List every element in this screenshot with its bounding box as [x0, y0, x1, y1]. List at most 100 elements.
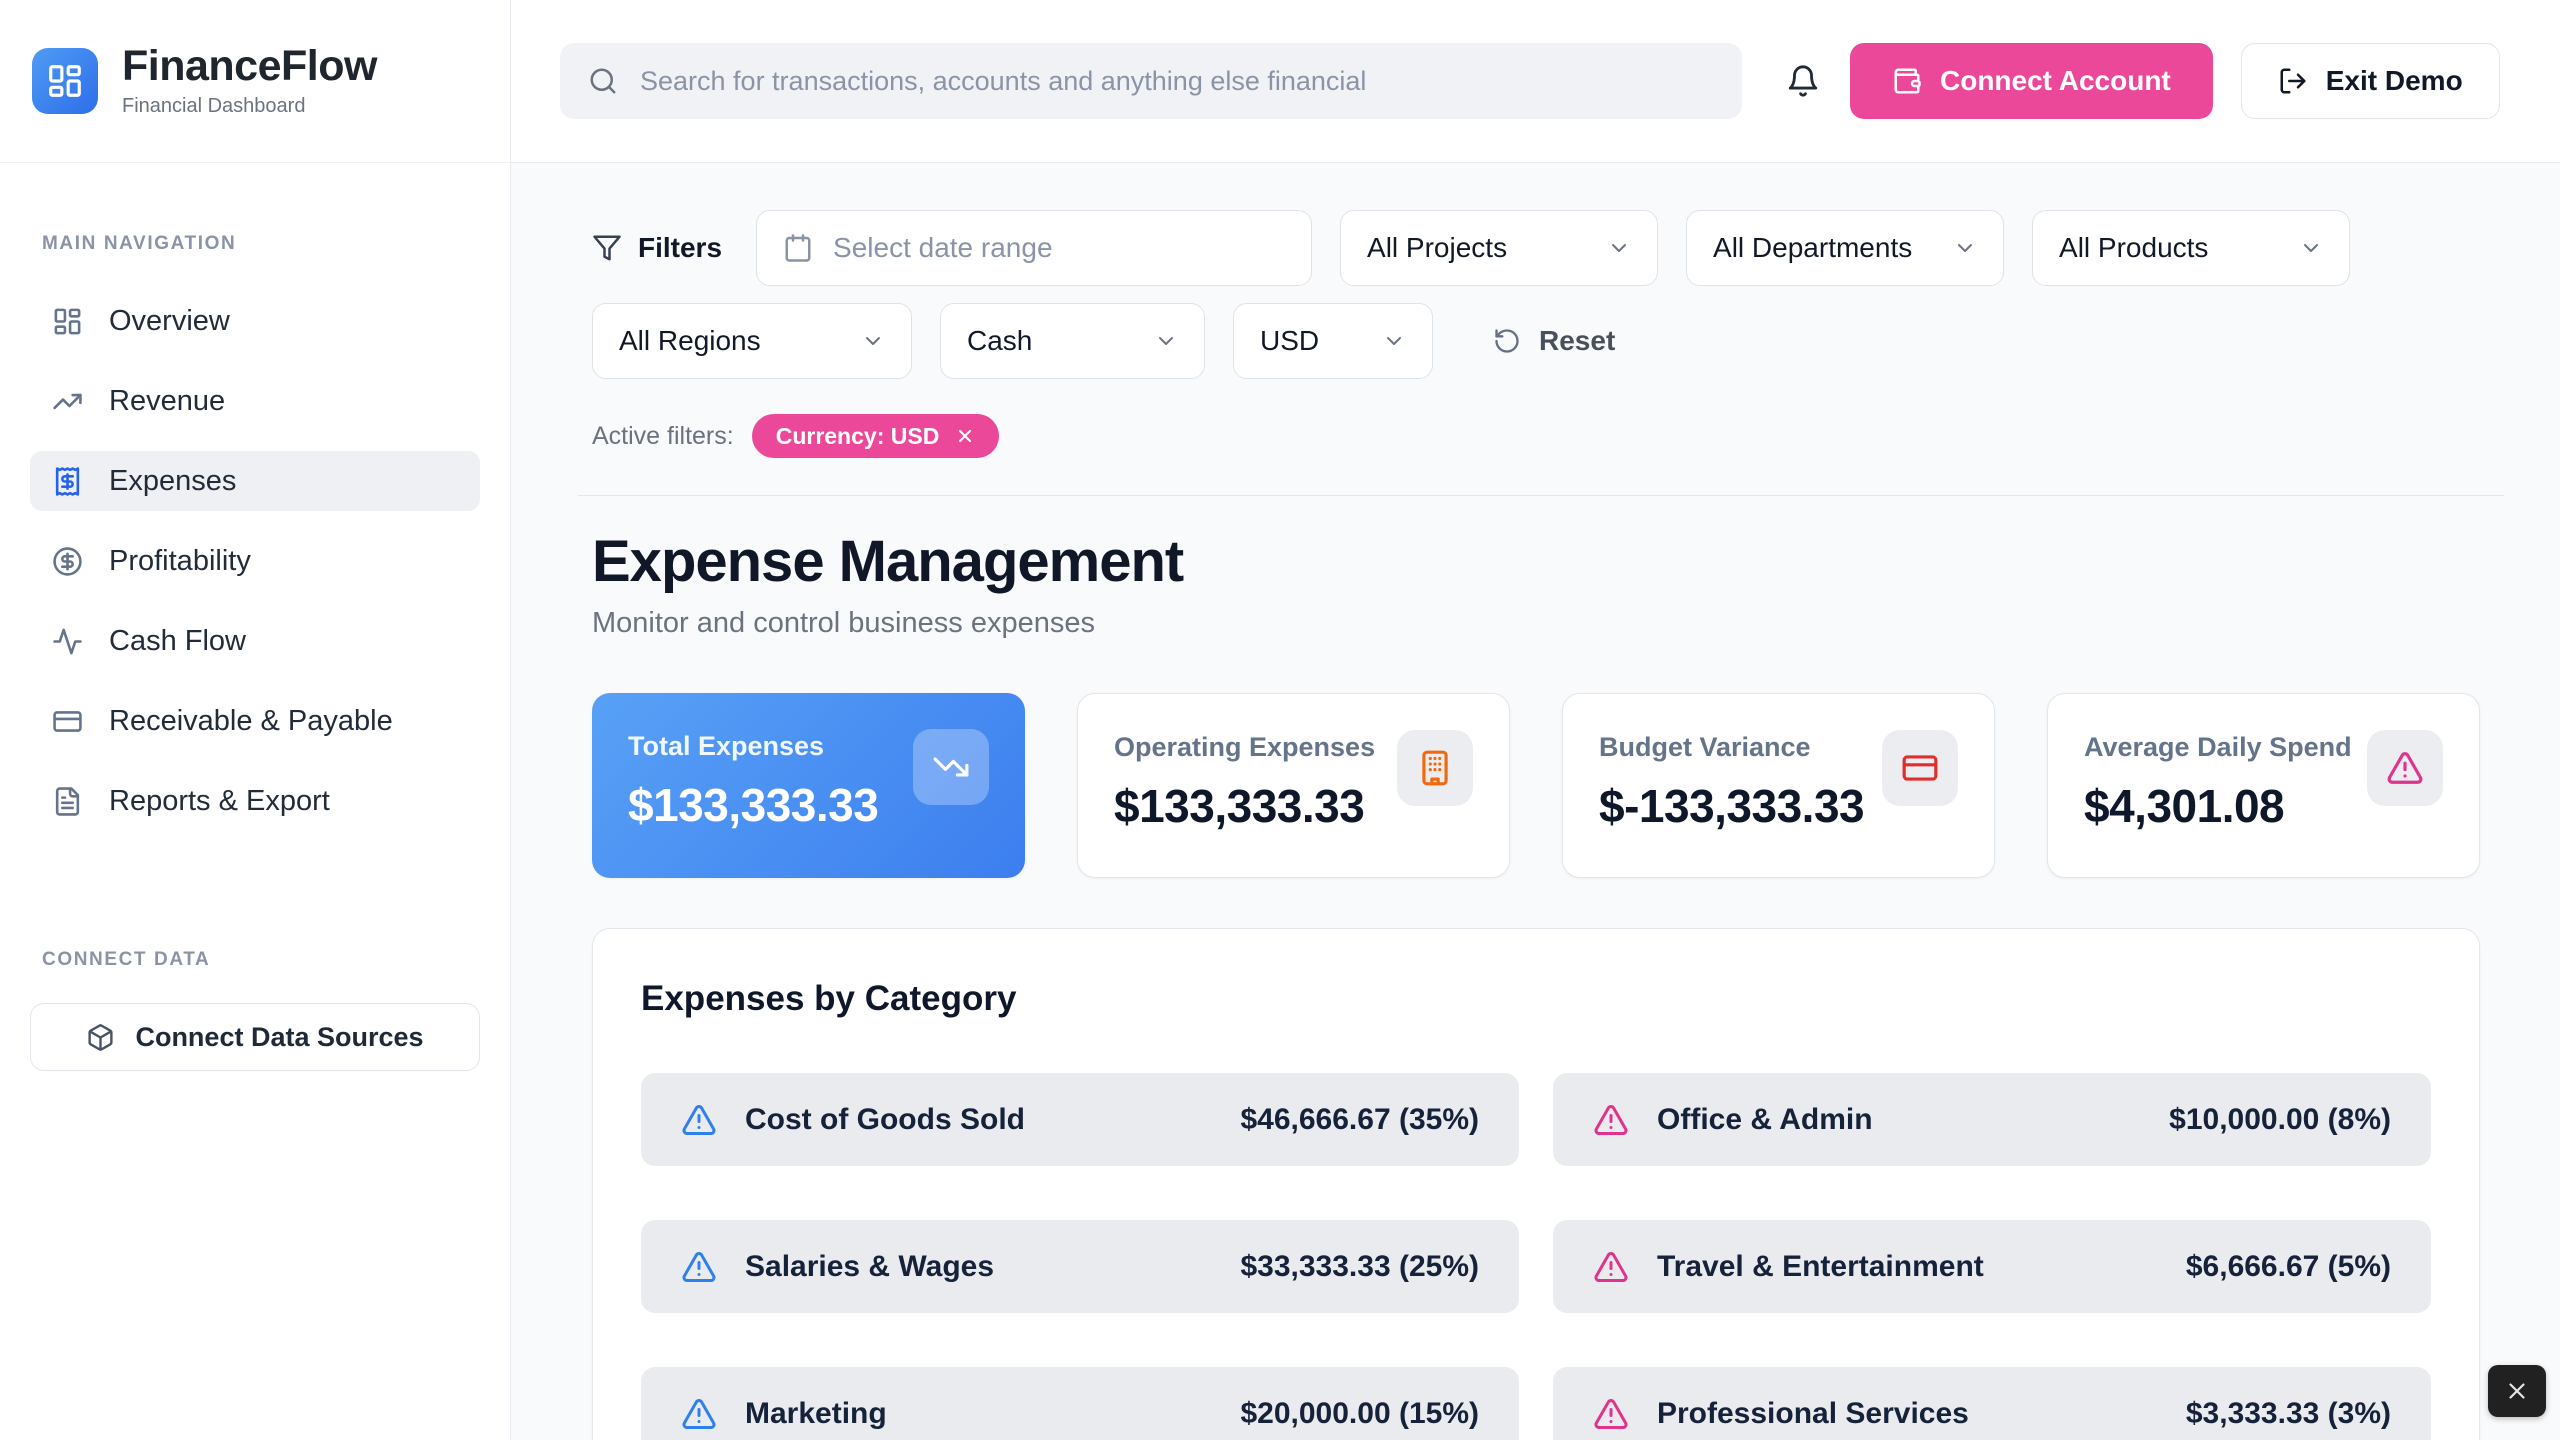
calendar-icon	[783, 233, 813, 263]
sidebar-item-label: Expenses	[109, 465, 236, 498]
products-select[interactable]: All Products	[2032, 210, 2350, 286]
sidebar-item-profitability[interactable]: Profitability	[30, 531, 480, 591]
sidebar-item-cash-flow[interactable]: Cash Flow	[30, 611, 480, 671]
chevron-down-icon	[1953, 236, 1977, 260]
app-title: FinanceFlow	[122, 44, 377, 89]
regions-select-value: All Regions	[619, 325, 761, 357]
section-divider	[578, 495, 2504, 496]
sidebar-item-reports-export[interactable]: Reports & Export	[30, 771, 480, 831]
alert-triangle-icon	[681, 1396, 717, 1432]
category-label: Marketing	[745, 1397, 1212, 1431]
departments-select[interactable]: All Departments	[1686, 210, 2004, 286]
sidebar-item-label: Cash Flow	[109, 625, 246, 658]
category-label: Cost of Goods Sold	[745, 1103, 1212, 1137]
summary-cards: Total Expenses $133,333.33 Operating Exp…	[592, 693, 2480, 878]
connect-account-button[interactable]: Connect Account	[1850, 43, 2213, 119]
sidebar-item-label: Reports & Export	[109, 785, 330, 818]
sidebar-item-overview[interactable]: Overview	[30, 291, 480, 351]
sidebar-item-label: Receivable & Payable	[109, 705, 393, 738]
expenses-by-category-panel: Expenses by Category Cost of Goods Sold …	[592, 928, 2480, 1440]
card-operating-expenses[interactable]: Operating Expenses $133,333.33	[1077, 693, 1510, 878]
currency-select[interactable]: USD	[1233, 303, 1433, 379]
app-logo-icon	[32, 48, 98, 114]
connect-account-label: Connect Account	[1940, 65, 2171, 97]
category-row-marketing[interactable]: Marketing $20,000.00 (15%)	[641, 1367, 1519, 1440]
building-icon	[1397, 730, 1473, 806]
chevron-down-icon	[861, 329, 885, 353]
connect-data-sources-button[interactable]: Connect Data Sources	[30, 1003, 480, 1071]
page-title: Expense Management	[592, 528, 2480, 595]
credit-card-icon	[1882, 730, 1958, 806]
alert-triangle-icon	[681, 1102, 717, 1138]
products-select-value: All Products	[2059, 232, 2208, 264]
category-value: $10,000.00 (8%)	[2169, 1103, 2391, 1137]
notifications-button[interactable]	[1768, 64, 1838, 98]
category-row-salaries-wages[interactable]: Salaries & Wages $33,333.33 (25%)	[641, 1220, 1519, 1313]
chevron-down-icon	[1154, 329, 1178, 353]
main-content: Filters Select date range All Projects A…	[511, 163, 2560, 1440]
chip-close-icon[interactable]	[955, 426, 975, 446]
log-out-icon	[2278, 66, 2308, 96]
active-filter-chip-currency[interactable]: Currency: USD	[752, 414, 1000, 458]
alert-triangle-icon	[1593, 1102, 1629, 1138]
sidebar-item-label: Profitability	[109, 545, 251, 578]
connect-data-section-label: CONNECT DATA	[42, 949, 510, 971]
receipt-icon	[52, 466, 83, 497]
topbar: Connect Account Exit Demo	[511, 0, 2560, 163]
date-range-input[interactable]: Select date range	[756, 210, 1312, 286]
floating-close-button[interactable]	[2488, 1365, 2546, 1417]
filter-funnel-icon	[592, 233, 622, 263]
filters-heading: Filters	[592, 232, 722, 264]
activity-icon	[52, 626, 83, 657]
active-filters-row: Active filters: Currency: USD	[592, 414, 2480, 458]
panel-title: Expenses by Category	[641, 979, 2431, 1019]
search-input[interactable]	[640, 66, 1714, 97]
category-row-professional-services[interactable]: Professional Services $3,333.33 (3%)	[1553, 1367, 2431, 1440]
search-icon	[588, 66, 618, 96]
trending-up-icon	[52, 386, 83, 417]
exit-demo-label: Exit Demo	[2326, 65, 2463, 97]
date-range-placeholder: Select date range	[833, 232, 1053, 264]
dashboard-grid-icon	[52, 306, 83, 337]
app-tagline: Financial Dashboard	[122, 95, 377, 118]
exit-demo-button[interactable]: Exit Demo	[2241, 43, 2500, 119]
payment-method-select[interactable]: Cash	[940, 303, 1205, 379]
sidebar-item-revenue[interactable]: Revenue	[30, 371, 480, 431]
chevron-down-icon	[1607, 236, 1631, 260]
payment-method-value: Cash	[967, 325, 1032, 357]
card-average-daily-spend[interactable]: Average Daily Spend $4,301.08	[2047, 693, 2480, 878]
global-search[interactable]	[560, 43, 1742, 119]
category-label: Office & Admin	[1657, 1103, 2141, 1137]
nav-section-label: MAIN NAVIGATION	[42, 233, 510, 255]
projects-select[interactable]: All Projects	[1340, 210, 1658, 286]
category-row-cost-of-goods-sold[interactable]: Cost of Goods Sold $46,666.67 (35%)	[641, 1073, 1519, 1166]
alert-triangle-icon	[1593, 1396, 1629, 1432]
sidebar-item-receivable-payable[interactable]: Receivable & Payable	[30, 691, 480, 751]
sidebar: FinanceFlow Financial Dashboard MAIN NAV…	[0, 0, 511, 1440]
wallet-icon	[1892, 66, 1922, 96]
close-icon	[2504, 1378, 2530, 1404]
active-filters-label: Active filters:	[592, 422, 734, 451]
card-budget-variance[interactable]: Budget Variance $-133,333.33	[1562, 693, 1995, 878]
card-total-expenses[interactable]: Total Expenses $133,333.33	[592, 693, 1025, 878]
category-row-travel-entertainment[interactable]: Travel & Entertainment $6,666.67 (5%)	[1553, 1220, 2431, 1313]
sidebar-item-expenses[interactable]: Expenses	[30, 451, 480, 511]
sidebar-item-label: Overview	[109, 305, 230, 338]
main-navigation: Overview Revenue Expenses Profitability …	[0, 255, 510, 831]
regions-select[interactable]: All Regions	[592, 303, 912, 379]
category-label: Travel & Entertainment	[1657, 1250, 2158, 1284]
bell-icon	[1786, 64, 1820, 98]
category-value: $6,666.67 (5%)	[2186, 1250, 2391, 1284]
app-branding: FinanceFlow Financial Dashboard	[0, 0, 510, 163]
category-value: $33,333.33 (25%)	[1240, 1250, 1479, 1284]
trending-down-icon	[913, 729, 989, 805]
category-value: $3,333.33 (3%)	[2186, 1397, 2391, 1431]
alert-triangle-icon	[681, 1249, 717, 1285]
alert-triangle-icon	[1593, 1249, 1629, 1285]
connect-data-sources-label: Connect Data Sources	[135, 1022, 423, 1053]
category-row-office-admin[interactable]: Office & Admin $10,000.00 (8%)	[1553, 1073, 2431, 1166]
alert-triangle-icon	[2367, 730, 2443, 806]
dollar-circle-icon	[52, 546, 83, 577]
projects-select-value: All Projects	[1367, 232, 1507, 264]
reset-filters-button[interactable]: Reset	[1493, 325, 1615, 357]
